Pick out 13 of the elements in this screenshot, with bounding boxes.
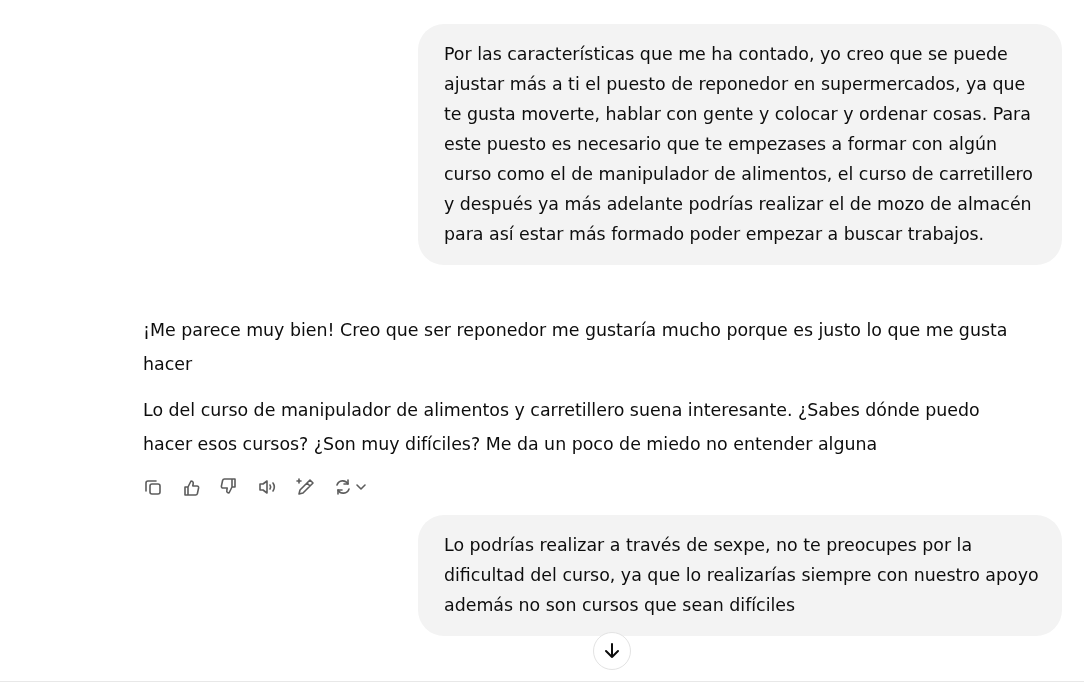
arrow-down-icon [602,641,622,661]
message-text: Por las características que me ha contado, yo creo que se puede ajustar más a ti el puesto de reponedor en supermercados, ya que te gusta moverte, hablar con gente y colocar y ordenar cosas. Para este puesto es necesario que te empezases a formar con algún curso como el de manipulador de alimentos, el curso de carretillero y después ya más adelante podrías realizar el de mozo de almacén para así estar más formado poder empezar a buscar trabajos. [444,43,1034,246]
refresh-icon[interactable] [333,477,353,497]
pencil-sparkle-icon[interactable] [295,477,315,497]
chevron-down-icon[interactable] [355,481,367,493]
scroll-down-button[interactable] [593,632,631,670]
thumbs-down-icon[interactable] [219,477,239,497]
thumbs-up-icon[interactable] [181,477,201,497]
reply-text: Lo del curso de manipulador de alimentos y carretillero suena interesante. ¿Sabes dónde puedo hacer esos cursos? ¿Son muy difíciles? Me da un poco de miedo no entender alguna [143,399,981,456]
reply-text: ¡Me parece muy bien! Creo que ser reponedor me gustaría mucho porque es justo lo que me gusta hacer [143,319,1009,376]
copy-icon[interactable] [143,477,163,497]
speaker-icon[interactable] [257,477,277,497]
message-text: Lo podrías realizar a través de sexpe, no te preocupes por la dificultad del curso, ya que lo realizarías siempre con nuestro apoyo además no son cursos que sean difíciles [444,534,1040,617]
